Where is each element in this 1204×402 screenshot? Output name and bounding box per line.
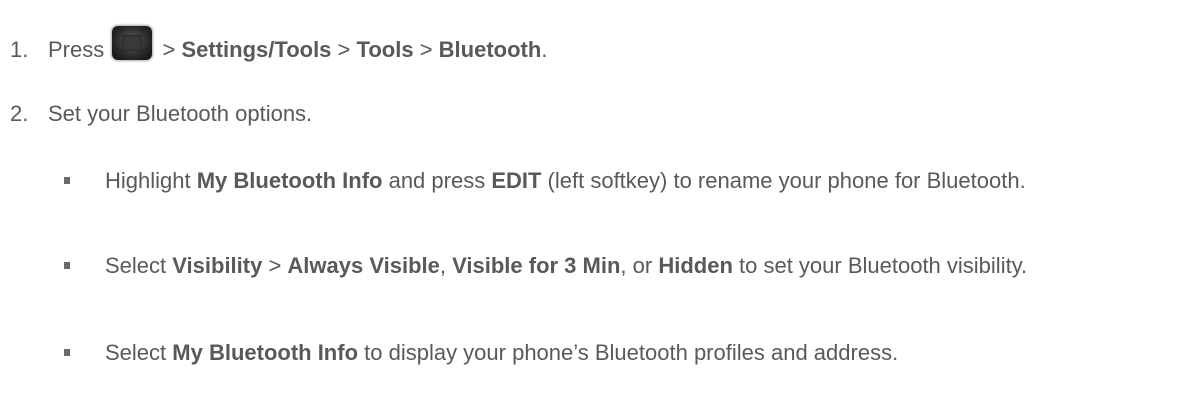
bullet-item-visibility: Select Visibility > Always Visible, Visi…: [64, 250, 1185, 282]
bullet-text: Highlight: [105, 168, 197, 193]
bullet-text: ,: [439, 253, 453, 278]
menu-path-bluetooth: Bluetooth: [438, 37, 542, 62]
menu-path-settings-tools: Settings/Tools: [181, 37, 332, 62]
step-number: 1.: [10, 37, 29, 62]
bullet-bold: EDIT: [491, 168, 542, 193]
separator: >: [162, 37, 176, 62]
menu-path-tools: Tools: [356, 37, 414, 62]
bullet-icon: [64, 349, 70, 356]
menu-key-icon: [112, 26, 153, 60]
bullet-bold: My Bluetooth Info: [196, 168, 383, 193]
step-1: 1. Press > Settings/Tools > Tools > Bluet…: [10, 26, 547, 63]
bullet-icon: [64, 262, 70, 269]
bullet-text: to display your phone’s Bluetooth profil…: [358, 340, 899, 365]
bullet-bold: My Bluetooth Info: [172, 340, 359, 365]
bullet-text: , or: [620, 253, 659, 278]
step-number: 2.: [10, 101, 29, 126]
bullet-text: to set your Bluetooth visibility.: [732, 253, 1028, 278]
separator: >: [337, 37, 351, 62]
bullet-item-info: Select My Bluetooth Info to display your…: [64, 337, 1185, 369]
step-2: 2. Set your Bluetooth options.: [10, 101, 312, 127]
bullet-bold: Visible for 3 Min: [452, 253, 621, 278]
step-text-press: Press: [48, 37, 105, 62]
bullet-text: >: [262, 253, 288, 278]
bullet-text: and press: [382, 168, 492, 193]
bullet-text: Select: [105, 340, 173, 365]
step-end-punct: .: [541, 37, 548, 62]
bullet-text: Select: [105, 253, 173, 278]
bullet-bold: Visibility: [172, 253, 263, 278]
bullet-bold: Hidden: [658, 253, 733, 278]
bullet-text: (left softkey) to rename your phone for …: [541, 168, 1026, 193]
step-text: Set your Bluetooth options.: [48, 101, 313, 126]
bullet-bold: Always Visible: [287, 253, 440, 278]
separator: >: [419, 37, 433, 62]
bullet-icon: [64, 177, 70, 184]
bullet-item-rename: Highlight My Bluetooth Info and press ED…: [64, 165, 1185, 197]
